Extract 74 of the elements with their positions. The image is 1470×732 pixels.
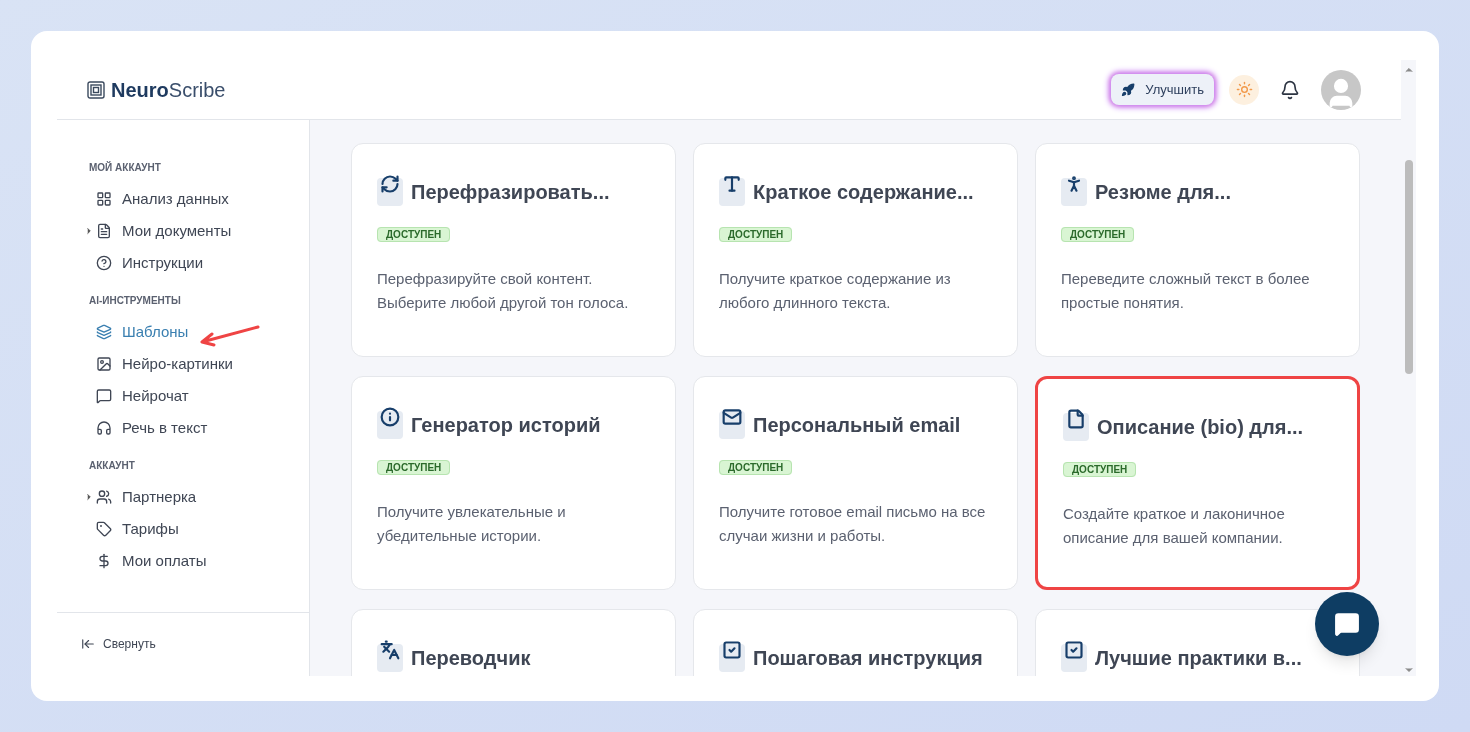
card-title: Пошаговая инструкция [753, 646, 983, 671]
template-card[interactable]: Перефразировать... ДОСТУПЕН Перефразируйте свой контент. Выберите любой другой тон голоса. [351, 143, 676, 357]
sidebar-item[interactable]: Нейрочат [89, 380, 309, 412]
status-badge: ДОСТУПЕН [377, 460, 451, 475]
layers-icon [96, 324, 112, 340]
logo-text[interactable]: NeuroScribe [111, 74, 226, 105]
template-card[interactable]: Переводчик [351, 609, 676, 676]
section-heading: AI-ИНСТРУМЕНТЫ [89, 294, 182, 308]
chat-icon [1334, 611, 1360, 637]
card-title: Переводчик [411, 646, 531, 671]
sidebar-item[interactable]: Инструкции [89, 247, 309, 279]
grid-icon [96, 191, 112, 207]
card-title: Перефразировать... [411, 180, 610, 205]
sidebar-item[interactable]: Речь в текст [89, 412, 309, 444]
theme-toggle[interactable] [1229, 74, 1259, 105]
sidebar-item[interactable]: Мои документы [89, 215, 309, 247]
scrollbar[interactable] [1401, 60, 1416, 676]
card-title: Краткое содержание... [753, 180, 974, 205]
card-description: Получите краткое содержание из любого длинного текста. [719, 269, 952, 313]
upgrade-button[interactable]: Улучшить [1111, 73, 1214, 106]
tag-icon [96, 521, 112, 537]
document-icon [96, 223, 112, 239]
dollar-icon [96, 553, 112, 569]
sidebar-item[interactable]: Мои оплаты [89, 545, 309, 577]
rocket-icon [1121, 82, 1136, 97]
notification-icon[interactable] [1280, 79, 1300, 100]
template-card[interactable]: Персональный email ДОСТУПЕН Получите готовое email письмо на все случаи жизни и работы. [693, 376, 1018, 590]
template-card[interactable]: Резюме для... ДОСТУПЕН Переведите сложный текст в более простые понятия. [1035, 143, 1360, 357]
card-title: Лучшие практики в... [1095, 646, 1302, 671]
status-badge: ДОСТУПЕН [719, 227, 793, 242]
scrollbar-thumb[interactable] [1404, 160, 1413, 374]
image-icon [96, 356, 112, 372]
avatar[interactable] [1321, 69, 1361, 110]
sidebar-item[interactable]: Анализ данных [89, 183, 309, 215]
card-description: Перефразируйте свой контент. Выберите любой другой тон голоса. [377, 269, 630, 313]
template-card[interactable]: Краткое содержание... ДОСТУПЕН Получите краткое содержание из любого длинного текста. [693, 143, 1018, 357]
person-icon [1061, 178, 1087, 206]
sidebar-item[interactable]: Партнерка [89, 481, 309, 513]
checkbox-icon [719, 644, 745, 672]
expand-icon [84, 226, 94, 236]
status-badge: ДОСТУПЕН [1063, 462, 1137, 477]
sidebar-item[interactable]: Шаблоны [89, 316, 309, 348]
template-card[interactable]: Генератор историй ДОСТУПЕН Получите увлекательные и убедительные истории. [351, 376, 676, 590]
template-card[interactable]: Пошаговая инструкция [693, 609, 1018, 676]
status-badge: ДОСТУПЕН [719, 460, 793, 475]
collapse-icon [81, 637, 95, 651]
mail-icon [719, 411, 745, 439]
text-icon [719, 178, 745, 206]
card-description: Переведите сложный текст в более простые понятия. [1061, 269, 1311, 313]
status-badge: ДОСТУПЕН [377, 227, 451, 242]
card-title: Персональный email [753, 413, 961, 438]
headphones-icon [96, 420, 112, 436]
template-card[interactable]: Лучшие практики в... [1035, 609, 1360, 676]
expand-icon [84, 492, 94, 502]
card-description: Создайте краткое и лаконичное описание для вашей компании. [1063, 504, 1286, 548]
sidebar-item[interactable]: Нейро-картинки [89, 348, 309, 380]
status-badge: ДОСТУПЕН [1061, 227, 1135, 242]
section-heading: МОЙ АККАУНТ [89, 160, 162, 175]
card-title: Генератор историй [411, 413, 601, 438]
checkbox-icon [1061, 644, 1087, 672]
template-card[interactable]: Описание (bio) для... ДОСТУПЕН Создайте краткое и лаконичное описание для вашей компании. [1035, 376, 1360, 590]
help-icon [96, 255, 112, 271]
collapse-button[interactable]: Свернуть [81, 635, 156, 653]
sun-icon [1235, 81, 1253, 98]
sidebar-item[interactable]: Тарифы [89, 513, 309, 545]
card-title: Описание (bio) для... [1097, 415, 1304, 440]
card-description: Получите увлекательные и убедительные истории. [377, 502, 567, 546]
card-title: Резюме для... [1095, 180, 1231, 205]
section-heading: АККАУНТ [89, 459, 136, 473]
users-icon [96, 489, 112, 505]
refresh-icon [377, 178, 403, 206]
chat-icon [96, 388, 112, 404]
card-description: Получите готовое email письмо на все случаи жизни и работы. [719, 502, 987, 546]
logo-icon [87, 80, 105, 99]
